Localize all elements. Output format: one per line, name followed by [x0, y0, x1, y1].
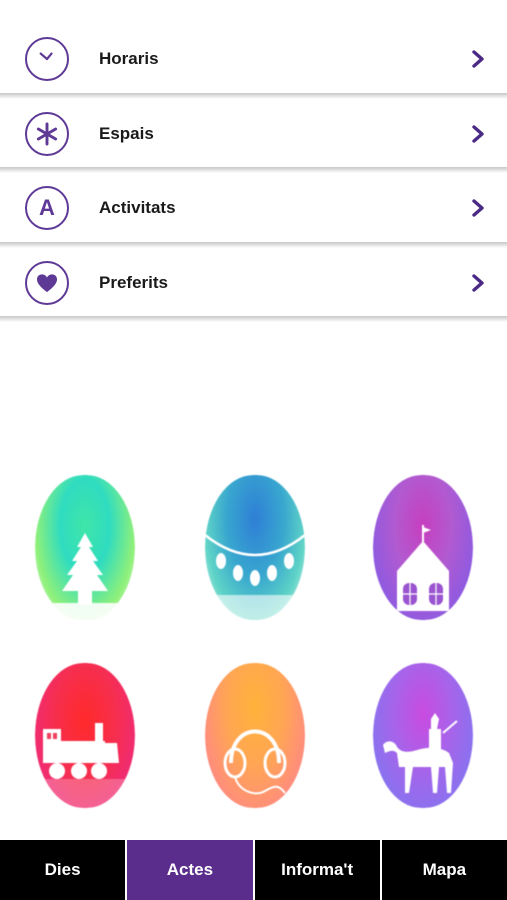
menu-list: Horaris Espais A Activitats Preferits — [0, 22, 507, 322]
menu-item-activitats[interactable]: A Activitats — [0, 171, 507, 247]
category-house[interactable] — [373, 475, 473, 620]
category-grid — [0, 475, 507, 825]
chevron-right-icon — [472, 274, 484, 292]
menu-item-horaris[interactable]: Horaris — [0, 22, 507, 98]
christmas-tree-icon — [35, 533, 135, 620]
menu-item-label: Horaris — [99, 49, 159, 69]
category-train[interactable] — [35, 663, 135, 808]
menu-item-espais[interactable]: Espais — [0, 96, 507, 173]
tab-mapa[interactable]: Mapa — [382, 840, 507, 900]
menu-item-preferits[interactable]: Preferits — [0, 245, 507, 322]
category-garland[interactable] — [205, 475, 305, 620]
camel-rider-icon — [383, 713, 458, 793]
tab-dies[interactable]: Dies — [0, 840, 128, 900]
tab-bar: Dies Actes Informa't Mapa — [0, 840, 507, 900]
chevron-right-icon — [472, 199, 484, 217]
menu-item-label: Preferits — [99, 272, 168, 292]
tab-actes[interactable]: Actes — [127, 840, 255, 900]
clock-icon — [25, 37, 69, 82]
chevron-right-icon — [472, 125, 484, 143]
asterisk-icon — [25, 111, 69, 156]
category-headphones[interactable] — [205, 663, 305, 808]
heart-icon — [25, 260, 69, 305]
menu-item-label: Activitats — [99, 198, 176, 218]
menu-item-label: Espais — [99, 123, 154, 143]
train-icon — [35, 723, 135, 808]
headphones-icon — [223, 729, 287, 795]
letter-a-icon: A — [25, 186, 69, 231]
tab-informat[interactable]: Informa't — [255, 840, 382, 900]
category-camel-rider[interactable] — [373, 663, 473, 808]
category-christmas-tree[interactable] — [35, 475, 135, 620]
garland-icon — [205, 534, 305, 620]
house-icon — [397, 525, 449, 611]
chevron-right-icon — [472, 50, 484, 68]
